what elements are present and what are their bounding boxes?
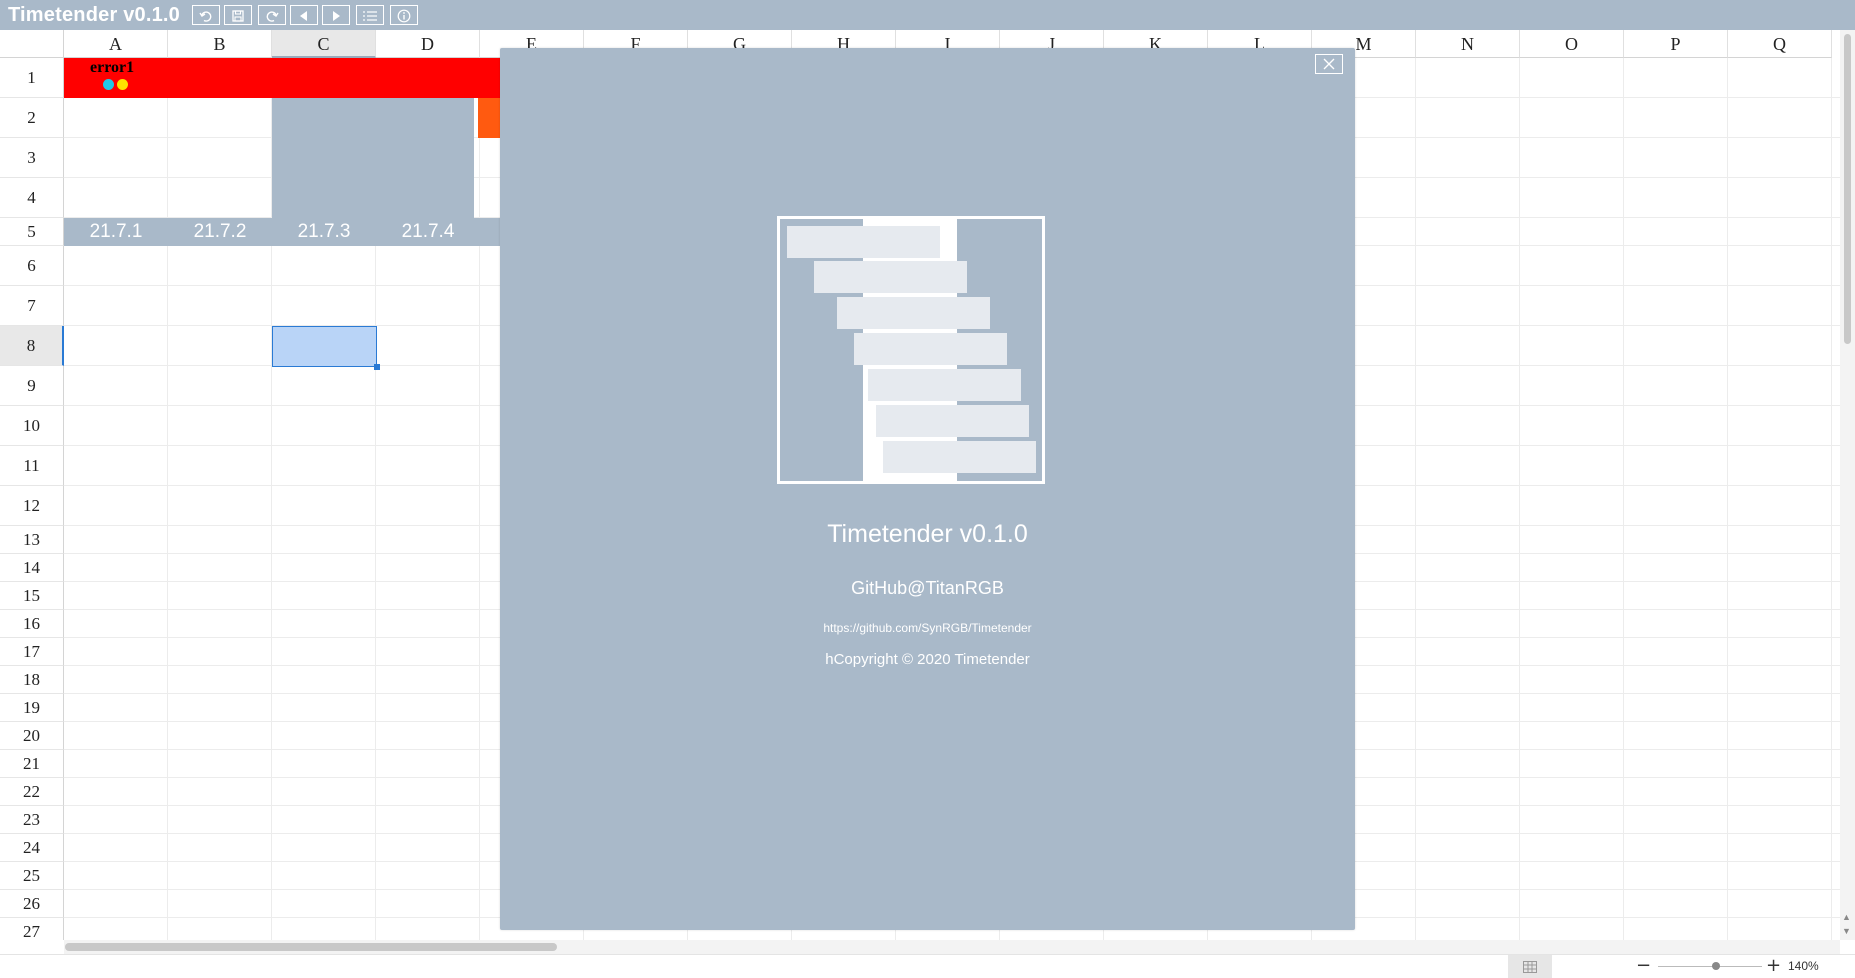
column-gridline [1727,58,1728,940]
title-bar: Timetender v0.1.0 [0,0,1855,30]
vertical-scrollbar[interactable]: ▲ ▼ [1840,30,1855,940]
row-header-24[interactable]: 24 [0,834,64,862]
column-gridline [167,58,168,940]
column-header-d[interactable]: D [376,30,480,58]
row-header-16[interactable]: 16 [0,610,64,638]
row-header-23[interactable]: 23 [0,806,64,834]
prev-icon [300,11,307,21]
scroll-down-icon[interactable]: ▼ [1842,926,1851,936]
row-header-7[interactable]: 7 [0,286,64,326]
redo-button[interactable] [258,5,286,25]
next-icon [333,11,340,21]
close-button[interactable] [1315,54,1343,74]
about-author: GitHub@TitanRGB [851,578,1004,598]
undo-button[interactable] [192,5,220,25]
select-all-corner[interactable] [0,30,64,58]
about-dialog: Timetender v0.1.0 GitHub@TitanRGB https:… [500,48,1355,930]
column-header-b[interactable]: B [168,30,272,58]
column-header-a[interactable]: A [64,30,168,58]
prev-button[interactable] [290,5,318,25]
app-title: Timetender v0.1.0 [8,4,181,26]
row-header-22[interactable]: 22 [0,778,64,806]
column-header-q[interactable]: Q [1728,30,1832,58]
column-header-c[interactable]: C [272,30,376,58]
zoom-in-button[interactable]: + [1766,956,1781,976]
date-label: 21.7.4 [401,221,455,242]
info-icon [397,9,411,23]
row-header-3[interactable]: 3 [0,138,64,178]
event-label: error1 [90,59,135,76]
about-copyright: hCopyright © 2020 Timetender [825,651,1030,668]
grid-view-icon [1523,961,1537,973]
row-header-21[interactable]: 21 [0,750,64,778]
task-block[interactable] [272,98,474,218]
horizontal-scroll-thumb[interactable] [65,943,557,951]
zoom-slider-handle[interactable] [1712,962,1720,970]
column-header-p[interactable]: P [1624,30,1728,58]
column-gridline [1831,58,1832,940]
row-header-11[interactable]: 11 [0,446,64,486]
row-header-14[interactable]: 14 [0,554,64,582]
date-label: 21.7.1 [89,221,143,242]
column-gridline [1519,58,1520,940]
column-gridline [479,58,480,940]
row-header-25[interactable]: 25 [0,862,64,890]
task-block-orange[interactable] [478,98,502,138]
horizontal-scrollbar[interactable] [64,940,1840,954]
about-url-link[interactable]: https://github.com/SynRGB/Timetender [500,621,1355,635]
row-header-2[interactable]: 2 [0,98,64,138]
row-header-10[interactable]: 10 [0,406,64,446]
about-title: Timetender v0.1.0 [827,520,1028,548]
row-header-6[interactable]: 6 [0,246,64,286]
save-icon [232,10,244,22]
zoom-level: 140% [1788,959,1819,973]
app-logo [777,216,1045,484]
row-header-18[interactable]: 18 [0,666,64,694]
column-header-n[interactable]: N [1416,30,1520,58]
zoom-slider[interactable] [1658,966,1762,967]
save-button[interactable] [224,5,252,25]
close-icon [1323,58,1335,70]
zoom-out-button[interactable]: − [1636,956,1651,976]
sheet-view-tab[interactable] [1508,955,1552,978]
scroll-up-icon[interactable]: ▲ [1842,912,1851,922]
row-header-27[interactable]: 27 [0,918,64,940]
next-button[interactable] [322,5,350,25]
list-button[interactable] [356,5,384,25]
date-label: 21.7.2 [193,221,247,242]
row-header-8[interactable]: 8 [0,326,64,366]
column-header-o[interactable]: O [1520,30,1624,58]
row-header-15[interactable]: 15 [0,582,64,610]
row-header-1[interactable]: 1 [0,58,64,98]
column-gridline [1415,58,1416,940]
list-icon [363,11,377,21]
row-header-4[interactable]: 4 [0,178,64,218]
date-label: 21.7.3 [297,221,351,242]
event-status-dot [103,79,114,90]
row-header-17[interactable]: 17 [0,638,64,666]
row-header-5[interactable]: 5 [0,218,64,246]
fill-handle[interactable] [374,364,380,370]
column-gridline [1623,58,1624,940]
redo-icon [266,11,279,22]
info-button[interactable] [390,5,418,25]
vertical-scroll-thumb[interactable] [1844,34,1851,344]
row-header-19[interactable]: 19 [0,694,64,722]
row-header-20[interactable]: 20 [0,722,64,750]
event-status-dot [117,79,128,90]
row-header-12[interactable]: 12 [0,486,64,526]
status-bar: − + 140% [0,954,1855,978]
date-row: 21.7.1 21.7.2 21.7.3 21.7.4 [64,218,504,246]
selected-cell[interactable] [272,326,377,367]
row-header-9[interactable]: 9 [0,366,64,406]
row-header-13[interactable]: 13 [0,526,64,554]
undo-icon [199,11,212,22]
row-header-26[interactable]: 26 [0,890,64,918]
